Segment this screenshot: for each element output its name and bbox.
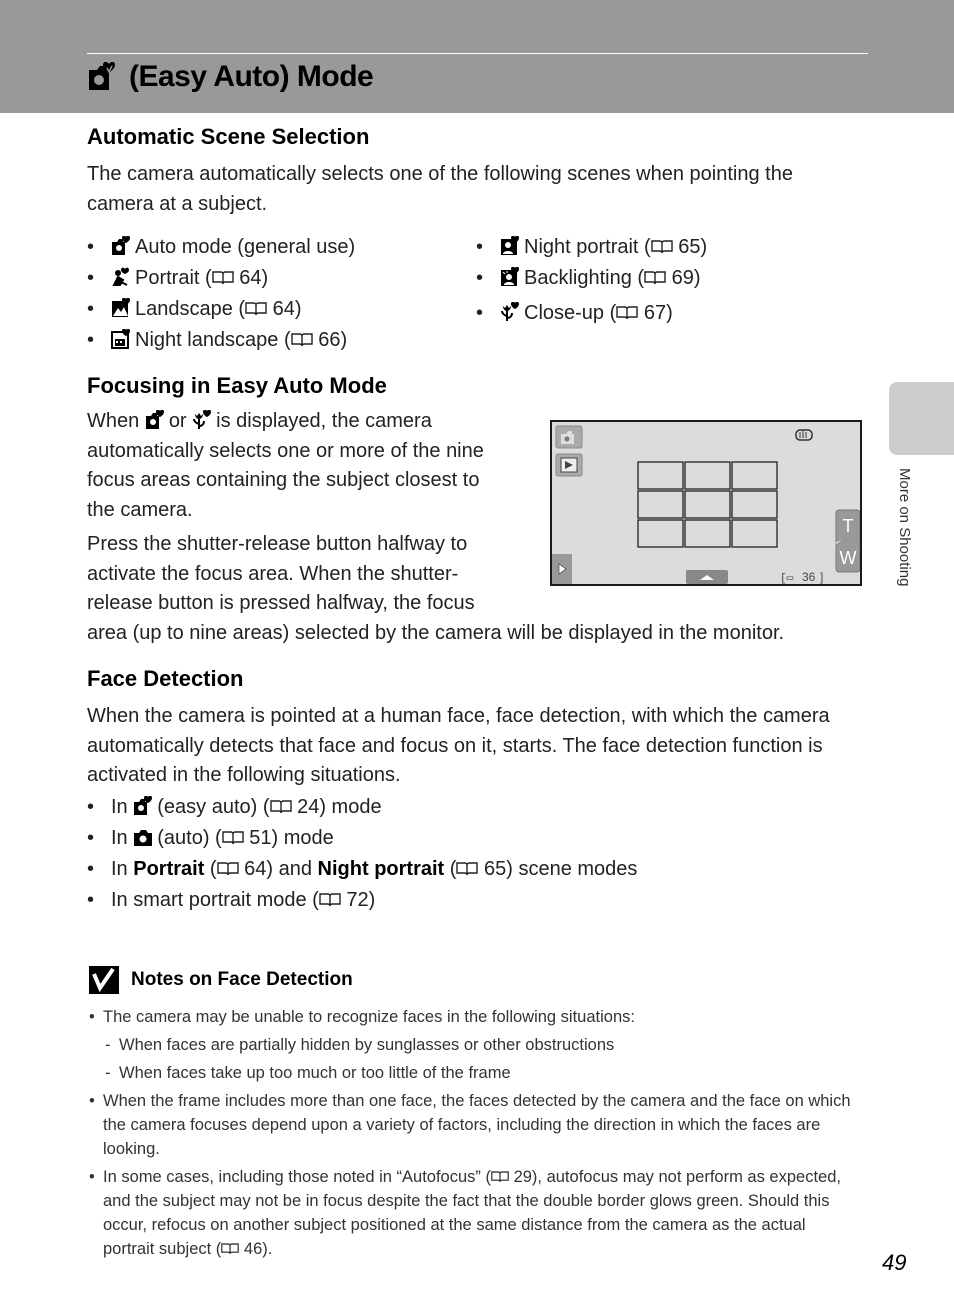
notes-heading: Notes on Face Detection: [89, 966, 353, 994]
note-item: The camera may be unable to recognize fa…: [89, 1005, 859, 1085]
book-reference-icon: [221, 1243, 240, 1254]
focus-area: [637, 490, 684, 519]
focusing-paragraph-1: When or is displayed, the camera automat…: [87, 410, 484, 521]
face-detection-intro: When the camera is pointed at a human fa…: [87, 705, 830, 786]
scene-list-right: Night portrait ( 65) Backlighting ( 69) …: [476, 232, 707, 329]
night-landscape-icon: [111, 329, 130, 349]
focus-area: [637, 461, 684, 490]
note-subitem: When faces take up too much or too littl…: [103, 1061, 859, 1085]
auto-scene-intro: The camera automatically selects one of …: [87, 163, 793, 215]
memory-bracket-icon: [▭: [780, 573, 794, 584]
list-item: Backlighting ( 69): [476, 263, 707, 294]
book-reference-icon: [216, 862, 239, 876]
focus-area: [637, 519, 684, 548]
focus-area: [731, 461, 778, 490]
list-item: Night portrait ( 65): [476, 232, 707, 263]
note-item: When the frame includes more than one fa…: [89, 1089, 859, 1161]
focus-area: [684, 490, 731, 519]
header-rule: [87, 53, 868, 54]
list-item: Portrait ( 64): [87, 263, 355, 294]
focus-area: [684, 519, 731, 548]
list-item: In Portrait ( 64) and Night portrait ( 6…: [87, 854, 637, 885]
focus-area: [731, 490, 778, 519]
close-up-icon: [193, 410, 212, 429]
list-item: Auto mode (general use): [87, 232, 355, 263]
book-reference-icon: [211, 271, 234, 285]
heading-automatic-scene-selection: Automatic Scene Selection: [87, 124, 370, 149]
focus-area: [731, 519, 778, 548]
list-item: In smart portrait mode ( 72): [87, 885, 637, 916]
bottom-menu-toggle[interactable]: [686, 570, 728, 584]
chapter-header-band: [0, 0, 954, 113]
backlighting-icon: [501, 267, 519, 286]
book-reference-icon: [616, 306, 638, 320]
exposures-remaining: 36: [802, 570, 816, 584]
easy-auto-icon: [134, 796, 153, 815]
scene-list-left: Auto mode (general use) Portrait ( 64) L…: [87, 232, 355, 356]
zoom-control[interactable]: T W: [835, 509, 861, 573]
page-title: (Easy Auto) Mode: [87, 60, 374, 94]
heading-face-detection: Face Detection: [87, 666, 244, 691]
page-title-text: (Easy Auto) Mode: [129, 60, 374, 93]
landscape-icon: [112, 298, 130, 317]
monitor-graphics: T W [▭ 36 ]: [552, 425, 861, 585]
focus-area: [684, 461, 731, 490]
memory-bracket-close: ]: [820, 570, 823, 584]
checkmark-note-icon: [89, 966, 119, 994]
focus-area-grid: [637, 461, 778, 548]
playback-button[interactable]: [555, 453, 583, 477]
easy-auto-icon: [112, 236, 130, 255]
book-reference-icon: [222, 831, 244, 845]
page-number: 49: [882, 1250, 907, 1275]
list-item: Night landscape ( 66): [87, 325, 355, 356]
close-up-icon: [501, 302, 519, 321]
zoom-tele-label[interactable]: T: [843, 516, 854, 536]
list-item: In (easy auto) ( 24) mode: [87, 792, 637, 823]
chapter-side-tab[interactable]: [889, 382, 954, 455]
list-item: Landscape ( 64): [87, 294, 355, 325]
notes-list: The camera may be unable to recognize fa…: [89, 1005, 859, 1265]
night-portrait-icon: [501, 236, 519, 255]
book-reference-icon: [269, 800, 292, 814]
heading-focusing-easy-auto: Focusing in Easy Auto Mode: [87, 373, 387, 398]
side-menu-toggle[interactable]: [552, 554, 572, 584]
auto-camera-icon: [134, 830, 153, 846]
easy-auto-icon: [145, 410, 164, 429]
book-reference-icon: [290, 333, 313, 347]
book-reference-icon: [245, 302, 267, 316]
list-item: In (auto) ( 51) mode: [87, 823, 637, 854]
vibration-reduction-icon: [795, 429, 813, 441]
book-reference-icon: [651, 240, 673, 254]
chapter-side-label: More on Shooting: [896, 468, 913, 587]
note-item: In some cases, including those noted in …: [89, 1165, 859, 1261]
list-item: Close-up ( 67): [476, 298, 707, 329]
shooting-mode-button[interactable]: [555, 425, 583, 449]
camera-monitor-illustration: T W [▭ 36 ]: [550, 420, 862, 586]
face-detection-list: In (easy auto) ( 24) mode In (auto) ( 51…: [87, 792, 637, 916]
book-reference-icon: [456, 862, 479, 876]
note-subitem: When faces are partially hidden by sungl…: [103, 1033, 859, 1057]
book-reference-icon: [491, 1171, 509, 1182]
zoom-wide-label[interactable]: W: [840, 548, 857, 568]
easy-auto-camera-icon: [89, 62, 115, 90]
book-reference-icon: [319, 893, 341, 907]
portrait-icon: [112, 267, 129, 286]
book-reference-icon: [644, 271, 666, 285]
